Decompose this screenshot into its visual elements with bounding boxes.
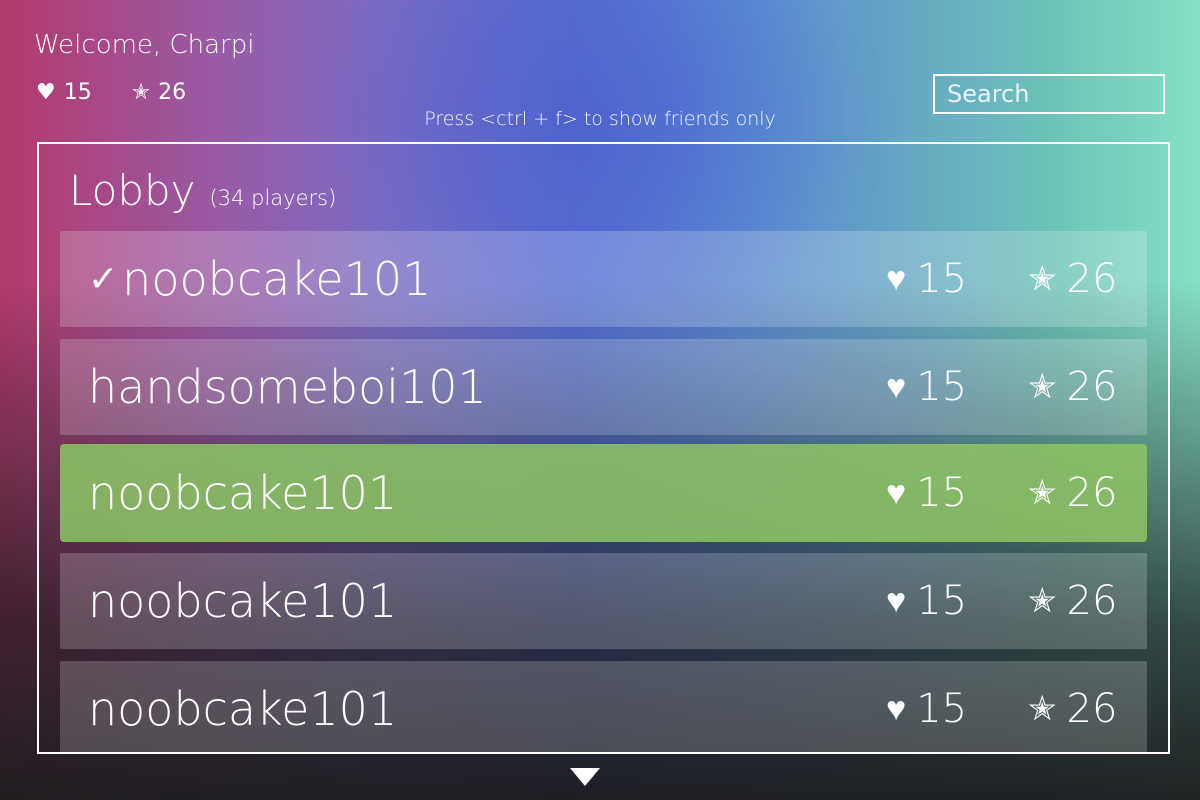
player-hearts-value: 15 — [916, 364, 968, 410]
heart-icon: ♥ — [886, 581, 907, 621]
player-row[interactable]: ✓ noobcake101 ♥ 15 ✭ 26 — [60, 231, 1147, 327]
heart-icon: ♥ — [886, 689, 907, 729]
lobby-panel[interactable]: Lobby (34 players) ✓ noobcake101 ♥ 15 ✭ … — [37, 142, 1170, 754]
player-stars-value: 26 — [1066, 364, 1118, 410]
heart-icon: ♥ — [886, 473, 907, 513]
welcome-text: Welcome, Charpi — [34, 30, 255, 60]
hearts-value: 15 — [63, 80, 92, 105]
player-row-selected[interactable]: noobcake101 ♥ 15 ✭ 26 — [60, 444, 1147, 542]
player-stars: ✭ 26 — [1028, 470, 1117, 516]
player-stars-value: 26 — [1066, 470, 1118, 516]
player-hearts-value: 15 — [916, 578, 968, 624]
star-icon: ✭ — [1028, 259, 1057, 299]
player-row[interactable]: noobcake101 ♥ 15 ✭ 26 — [60, 553, 1147, 649]
player-name: handsomeboi101 — [88, 360, 487, 414]
player-stars-value: 26 — [1066, 686, 1118, 732]
heart-icon: ♥ — [886, 367, 907, 407]
player-stats: ♥ 15 ✭ 26 — [36, 80, 186, 105]
star-icon: ✭ — [1028, 367, 1057, 407]
star-icon: ✭ — [1028, 581, 1057, 621]
player-hearts: ♥ 15 — [886, 686, 967, 732]
player-name: noobcake101 — [122, 252, 432, 306]
star-icon: ✭ — [131, 80, 151, 105]
friends-hint: Press <ctrl + f> to show friends only — [424, 108, 776, 130]
player-hearts: ♥ 15 — [886, 256, 967, 302]
player-hearts-value: 15 — [916, 470, 968, 516]
player-name-wrap: ✓ noobcake101 — [88, 252, 431, 306]
star-icon: ✭ — [1028, 473, 1057, 513]
chevron-down-icon[interactable] — [570, 768, 600, 786]
player-row[interactable]: noobcake101 ♥ 15 ✭ 26 — [60, 661, 1147, 752]
lobby-player-count: (34 players) — [209, 186, 337, 210]
player-hearts: ♥ 15 — [886, 364, 967, 410]
player-hearts: ♥ 15 — [886, 470, 967, 516]
player-hearts-value: 15 — [916, 256, 968, 302]
player-row[interactable]: handsomeboi101 ♥ 15 ✭ 26 — [60, 339, 1147, 435]
player-stars: ✭ 26 — [1028, 578, 1117, 624]
player-stars: ✭ 26 — [1028, 686, 1117, 732]
lobby-header: Lobby (34 players) — [69, 166, 336, 215]
stars-value: 26 — [158, 80, 187, 105]
player-stars-value: 26 — [1066, 256, 1118, 302]
stars-stat: ✭ 26 — [132, 80, 186, 105]
player-hearts-value: 15 — [916, 686, 968, 732]
player-name: noobcake101 — [88, 466, 398, 520]
player-hearts: ♥ 15 — [886, 578, 967, 624]
player-name: noobcake101 — [88, 682, 398, 736]
star-icon: ✭ — [1028, 689, 1057, 729]
player-name: noobcake101 — [88, 574, 398, 628]
player-stars: ✭ 26 — [1028, 364, 1117, 410]
player-stars-value: 26 — [1066, 578, 1118, 624]
lobby-title: Lobby — [69, 166, 196, 215]
player-stars: ✭ 26 — [1028, 256, 1117, 302]
heart-icon: ♥ — [36, 80, 56, 105]
check-icon: ✓ — [88, 258, 119, 300]
hearts-stat: ♥ 15 — [36, 80, 92, 105]
heart-icon: ♥ — [886, 259, 907, 299]
